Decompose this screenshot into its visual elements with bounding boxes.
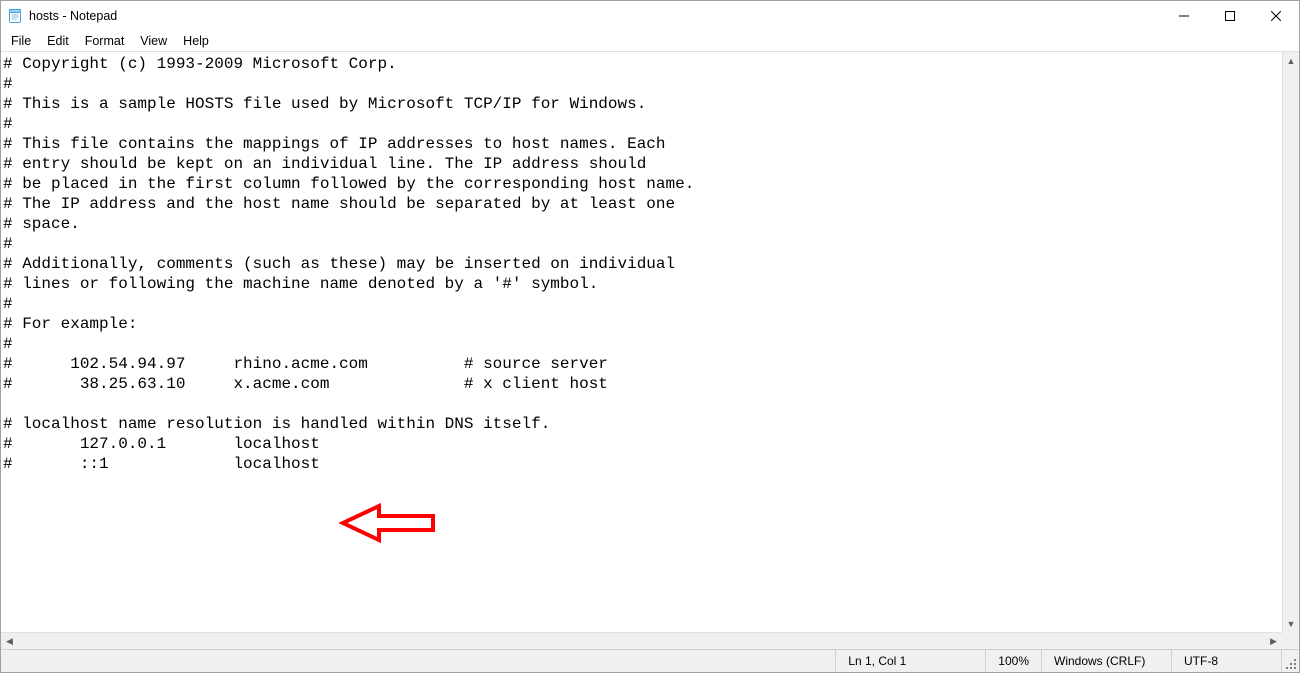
window-controls — [1161, 1, 1299, 31]
window-title: hosts - Notepad — [29, 9, 117, 23]
scroll-down-icon[interactable]: ▼ — [1283, 615, 1299, 632]
menu-view[interactable]: View — [132, 32, 175, 50]
notepad-window: hosts - Notepad File Edit Format View He… — [0, 0, 1300, 673]
vertical-scrollbar[interactable]: ▲ ▼ — [1282, 52, 1299, 632]
status-spacer — [1, 650, 835, 672]
notepad-icon — [7, 8, 23, 24]
status-cursor-position: Ln 1, Col 1 — [835, 650, 985, 672]
status-zoom: 100% — [985, 650, 1041, 672]
editor-area: # Copyright (c) 1993-2009 Microsoft Corp… — [1, 52, 1299, 649]
title-bar: hosts - Notepad — [1, 1, 1299, 31]
status-bar: Ln 1, Col 1 100% Windows (CRLF) UTF-8 — [1, 649, 1299, 672]
scroll-up-icon[interactable]: ▲ — [1283, 52, 1299, 69]
menu-bar: File Edit Format View Help — [1, 31, 1299, 52]
scroll-right-icon[interactable]: ▶ — [1265, 633, 1282, 649]
text-editor[interactable]: # Copyright (c) 1993-2009 Microsoft Corp… — [1, 52, 1282, 632]
maximize-button[interactable] — [1207, 1, 1253, 31]
menu-file[interactable]: File — [3, 32, 39, 50]
minimize-button[interactable] — [1161, 1, 1207, 31]
status-line-endings: Windows (CRLF) — [1041, 650, 1171, 672]
status-encoding: UTF-8 — [1171, 650, 1281, 672]
vertical-scroll-track[interactable] — [1283, 69, 1299, 615]
scroll-left-icon[interactable]: ◀ — [1, 633, 18, 649]
horizontal-scroll-track[interactable] — [18, 633, 1265, 649]
resize-grip-icon[interactable] — [1281, 650, 1299, 672]
menu-edit[interactable]: Edit — [39, 32, 77, 50]
menu-help[interactable]: Help — [175, 32, 217, 50]
close-button[interactable] — [1253, 1, 1299, 31]
menu-format[interactable]: Format — [77, 32, 133, 50]
scroll-corner — [1282, 632, 1299, 649]
horizontal-scrollbar[interactable]: ◀ ▶ — [1, 632, 1282, 649]
